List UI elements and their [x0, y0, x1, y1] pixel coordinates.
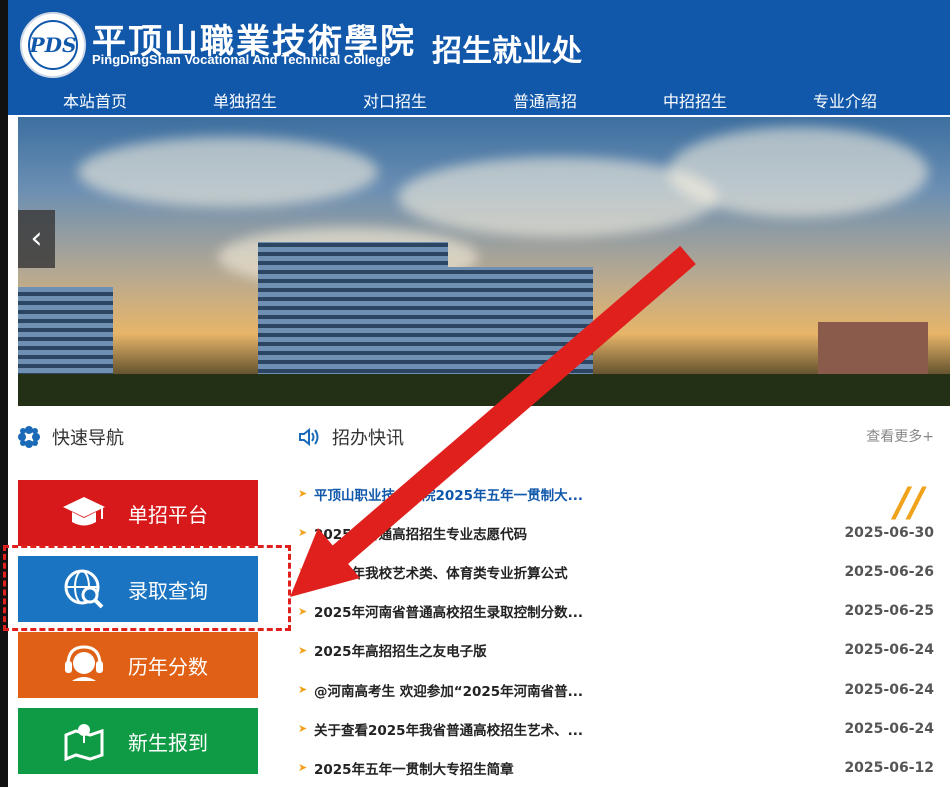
- news-item[interactable]: ➤ 2025年五年一贯制大专招生简章 2025-06-12: [298, 748, 934, 787]
- button-label: 单招平台: [128, 502, 208, 527]
- site-header: PDS 平顶山職業技術學院 PingDingShan Vocational An…: [0, 0, 950, 115]
- office-title: 招生就业处: [432, 34, 582, 69]
- banner-carousel[interactable]: [18, 117, 950, 406]
- news-item-title[interactable]: 2025年五年一贯制大专招生简章: [314, 758, 834, 778]
- banner-building: [443, 267, 593, 382]
- news-item-date: 2025-06-24: [844, 720, 934, 737]
- banner-cloud: [78, 137, 378, 207]
- quick-nav-header: 快速导航: [18, 424, 124, 450]
- nav-item-majors[interactable]: 专业介绍: [770, 88, 920, 112]
- news-item-title[interactable]: 关于查看2025年我省普通高校招生艺术、...: [314, 719, 834, 739]
- speaker-icon: [299, 427, 319, 447]
- news-item-date: 2025-06-30: [844, 524, 934, 541]
- arrow-bullet-icon: ➤: [298, 604, 308, 618]
- college-name-en: PingDingShan Vocational And Technical Co…: [92, 52, 391, 67]
- quick-nav-title: 快速导航: [52, 428, 124, 449]
- news-item[interactable]: ➤ 2025年我校艺术类、体育类专业折算公式 2025-06-26: [298, 552, 934, 591]
- nav-item-secondary-enrollment[interactable]: 中招招生: [620, 88, 770, 112]
- news-item-date: 2025-06-12: [844, 759, 934, 776]
- arrow-bullet-icon: ➤: [298, 487, 308, 501]
- button-label: 新生报到: [128, 730, 208, 755]
- news-item[interactable]: ➤ 2025年普通高招招生专业志愿代码 2025-06-30: [298, 513, 934, 552]
- arrow-bullet-icon: ➤: [298, 643, 308, 657]
- headset-icon: [56, 637, 112, 693]
- news-item-title[interactable]: 2025年高招招生之友电子版: [314, 640, 834, 660]
- single-enrollment-platform-button[interactable]: 单招平台: [18, 480, 258, 546]
- historical-scores-button[interactable]: 历年分数: [18, 632, 258, 698]
- banner-building: [818, 322, 928, 377]
- main-nav: 本站首页 单独招生 对口招生 普通高招 中招招生 专业介绍: [20, 88, 920, 114]
- map-icon: [56, 713, 112, 769]
- new-student-registration-button[interactable]: 新生报到: [18, 708, 258, 774]
- nav-item-counterpart-enrollment[interactable]: 对口招生: [320, 88, 470, 112]
- more-news-link[interactable]: 查看更多+: [866, 426, 934, 446]
- banner-cloud: [668, 127, 928, 217]
- banner-building: [18, 287, 113, 377]
- news-item-title[interactable]: 平顶山职业技术学院2025年五年一贯制大...: [314, 484, 834, 504]
- button-label: 历年分数: [128, 654, 208, 679]
- news-item-date: 2025-06-25: [844, 603, 934, 620]
- graduation-cap-icon: [56, 485, 112, 541]
- arrow-bullet-icon: ➤: [298, 683, 308, 697]
- news-item[interactable]: ➤ 关于查看2025年我省普通高校招生艺术、... 2025-06-24: [298, 709, 934, 748]
- news-item[interactable]: ➤ 2025年河南省普通高校招生录取控制分数... 2025-06-25: [298, 592, 934, 631]
- nav-item-home[interactable]: 本站首页: [20, 88, 170, 112]
- left-edge-bar: [0, 0, 8, 787]
- news-header: 招办快讯: [298, 424, 404, 450]
- nav-item-independent-enrollment[interactable]: 单独招生: [170, 88, 320, 112]
- arrow-bullet-icon: ➤: [298, 526, 308, 540]
- flower-icon: [18, 426, 40, 448]
- arrow-bullet-icon: ➤: [298, 761, 308, 775]
- nav-item-general-enrollment[interactable]: 普通高招: [470, 88, 620, 112]
- news-item-title[interactable]: 2025年我校艺术类、体育类专业折算公式: [314, 562, 834, 582]
- page: PDS 平顶山職業技術學院 PingDingShan Vocational An…: [0, 0, 950, 787]
- arrow-bullet-icon: ➤: [298, 722, 308, 736]
- news-item-date: 2025-06-26: [844, 563, 934, 580]
- carousel-prev-button[interactable]: ‹: [18, 210, 55, 268]
- news-item-date: 2025-06-24: [844, 681, 934, 698]
- news-item-title[interactable]: @河南高考生 欢迎参加“2025年河南省普...: [314, 680, 834, 700]
- logo-emblem: PDS: [28, 20, 78, 70]
- banner-building: [258, 242, 448, 382]
- news-item[interactable]: ➤ 平顶山职业技术学院2025年五年一贯制大...: [298, 474, 934, 513]
- arrow-bullet-icon: ➤: [298, 565, 308, 579]
- news-item-title[interactable]: 2025年普通高招招生专业志愿代码: [314, 523, 834, 543]
- news-item-date: 2025-06-24: [844, 642, 934, 659]
- news-list: ➤ 平顶山职业技术学院2025年五年一贯制大... ➤ 2025年普通高招招生专…: [298, 474, 934, 787]
- news-item-title[interactable]: 2025年河南省普通高校招生录取控制分数...: [314, 601, 834, 621]
- new-badge-icon: //: [894, 480, 924, 526]
- banner-ground: [18, 374, 950, 406]
- college-logo[interactable]: PDS: [20, 12, 86, 78]
- highlight-dashed-box: [3, 545, 291, 631]
- news-title: 招办快讯: [332, 428, 404, 449]
- news-item[interactable]: ➤ @河南高考生 欢迎参加“2025年河南省普... 2025-06-24: [298, 670, 934, 709]
- news-item[interactable]: ➤ 2025年高招招生之友电子版 2025-06-24: [298, 631, 934, 670]
